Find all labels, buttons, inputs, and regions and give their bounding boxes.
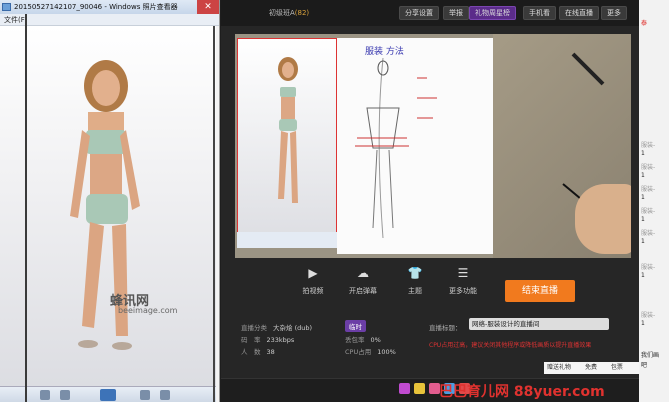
live-title-label: 直播标题： bbox=[429, 324, 462, 332]
more-functions-button[interactable]: ☰ 更多功能 bbox=[443, 262, 483, 296]
model-figure bbox=[70, 60, 140, 350]
loss-value: 0% bbox=[370, 336, 381, 344]
viewer-title: 20150527142107_90046 - Windows 照片查看器 bbox=[14, 3, 178, 11]
chat-header: 泰 bbox=[641, 20, 648, 27]
loss-label: 丢包率 bbox=[345, 336, 365, 344]
sketch-paper: 服装 方法 bbox=[337, 38, 493, 254]
username-tag: (82) bbox=[294, 9, 310, 17]
mobile-view-button[interactable]: 手机看 bbox=[523, 6, 556, 20]
chat-bubble-icon: ☁ bbox=[357, 266, 369, 280]
cpu-value: 100% bbox=[377, 348, 396, 356]
drawing-hand bbox=[575, 184, 631, 254]
gift-rank-button[interactable]: 礼物周星榜 bbox=[469, 6, 516, 20]
chat-line: 1 bbox=[641, 272, 645, 279]
watermark-url: beeimage.com bbox=[118, 306, 178, 315]
category-row: 直播分类 大杂烩 (dub) bbox=[241, 322, 312, 332]
runway-photo: 蜂讯网 beeimage.com bbox=[0, 26, 216, 386]
viewer-count-row: 人 数 38 bbox=[241, 346, 275, 356]
username-text: 初级班A bbox=[269, 9, 295, 17]
end-live-button[interactable]: 结束直播 bbox=[505, 280, 575, 302]
gift-extra: 包票 bbox=[610, 364, 623, 371]
viewer-toolbar bbox=[0, 386, 216, 402]
more-functions-label: 更多功能 bbox=[449, 287, 477, 295]
more-button[interactable]: 更多 bbox=[601, 6, 627, 20]
danmaku-button[interactable]: ☁ 开启弹幕 bbox=[343, 262, 383, 296]
live-preview: 服装 方法 bbox=[235, 34, 631, 258]
gift-bar[interactable]: 赠送礼物 免费 包票 bbox=[544, 362, 639, 374]
paper-heading: 服装 方法 bbox=[365, 47, 404, 57]
pip-toolbar[interactable] bbox=[237, 232, 337, 248]
chat-line: 1 bbox=[641, 172, 645, 179]
rotate-right-icon[interactable] bbox=[140, 390, 150, 400]
status-badge: 临时 bbox=[345, 320, 366, 332]
gift-action: 免费 bbox=[584, 364, 597, 371]
chat-line: 1 bbox=[641, 216, 645, 223]
gift-icon[interactable] bbox=[414, 383, 425, 394]
site-watermark: 巴巴育儿网 88yuer.com bbox=[439, 384, 605, 400]
category-value: 大杂烩 (dub) bbox=[273, 324, 313, 332]
chat-line: 吧 bbox=[641, 362, 648, 369]
share-settings-button[interactable]: 分享设置 bbox=[399, 6, 439, 20]
chat-line: 服装- bbox=[641, 312, 656, 319]
bitrate-label: 码 率 bbox=[241, 336, 261, 344]
live-title-input[interactable]: 网络-服装设计的直播间 bbox=[469, 318, 609, 330]
top-bar: 初级班A(82) 分享设置 举报 礼物周星榜 手机看 在线直播 更多 bbox=[221, 0, 639, 26]
photo-app-icon bbox=[2, 3, 11, 11]
viewer-menu-file[interactable]: 文件(F) bbox=[0, 14, 219, 26]
report-button[interactable]: 举报 bbox=[443, 6, 469, 20]
viewer-title-bar[interactable]: 20150527142107_90046 - Windows 照片查看器 ✕ bbox=[0, 0, 219, 14]
count-label: 人 数 bbox=[241, 348, 261, 356]
cpu-label: CPU占用 bbox=[345, 348, 372, 356]
gift-icon[interactable] bbox=[399, 383, 410, 394]
online-live-button[interactable]: 在线直播 bbox=[559, 6, 599, 20]
prev-icon[interactable] bbox=[40, 390, 50, 400]
chat-line: 我们画 bbox=[641, 352, 660, 359]
chat-line: 服装- bbox=[641, 208, 656, 215]
chat-line: 服装- bbox=[641, 264, 656, 271]
bottom-dock: 巴巴育儿网 88yuer.com bbox=[221, 378, 639, 402]
bitrate-row: 码 率 233kbps bbox=[241, 334, 294, 344]
streaming-app: 初级班A(82) 分享设置 举报 礼物周星榜 手机看 在线直播 更多 服装 方法 bbox=[221, 0, 639, 402]
control-bar: ▶ 拍视频 ☁ 开启弹幕 👕 主题 ☰ 更多功能 结束直播 bbox=[235, 262, 631, 312]
chat-line: 1 bbox=[641, 320, 645, 327]
theme-button[interactable]: 👕 主题 bbox=[395, 262, 435, 296]
count-value: 38 bbox=[266, 348, 275, 356]
danmaku-label: 开启弹幕 bbox=[349, 287, 377, 295]
rotate-left-icon[interactable] bbox=[60, 390, 70, 400]
delete-icon[interactable] bbox=[160, 390, 170, 400]
divider-line bbox=[25, 14, 27, 402]
chat-line: 1 bbox=[641, 150, 645, 157]
video-icon: ▶ bbox=[308, 266, 318, 280]
cpu-row: CPU占用 100% bbox=[345, 346, 396, 356]
chat-line: 1 bbox=[641, 238, 645, 245]
chat-line: 服装- bbox=[641, 142, 656, 149]
chat-line: 服装- bbox=[641, 230, 656, 237]
shirt-icon: 👕 bbox=[407, 266, 423, 280]
category-label: 直播分类 bbox=[241, 324, 267, 332]
cpu-warning: CPU占用过高，建议关闭其他程序或降低画质以提升直播效果 bbox=[429, 342, 592, 349]
record-video-button[interactable]: ▶ 拍视频 bbox=[293, 262, 333, 296]
chat-line: 服装- bbox=[641, 186, 656, 193]
photo-viewer-window: 20150527142107_90046 - Windows 照片查看器 ✕ 文… bbox=[0, 0, 220, 402]
theme-label: 主题 bbox=[408, 287, 422, 295]
bitrate-value: 233kbps bbox=[266, 336, 295, 344]
chat-line: 服装- bbox=[641, 164, 656, 171]
pip-model-figure bbox=[278, 57, 298, 203]
slideshow-icon[interactable] bbox=[100, 389, 116, 401]
chat-line: 1 bbox=[641, 194, 645, 201]
fashion-sketch bbox=[355, 57, 437, 239]
username: 初级班A(82) bbox=[269, 8, 309, 18]
record-video-label: 拍视频 bbox=[302, 287, 324, 295]
chat-panel: 泰 服装- 1 服装- 1 服装- 1 服装- 1 服装- 1 服装- 1 服装… bbox=[639, 0, 669, 402]
divider-line bbox=[213, 26, 215, 402]
screen-capture-pip[interactable] bbox=[237, 38, 337, 248]
list-icon: ☰ bbox=[457, 266, 469, 280]
close-icon[interactable]: ✕ bbox=[197, 0, 219, 14]
gift-label: 赠送礼物 bbox=[547, 364, 572, 371]
loss-row: 丢包率 0% bbox=[345, 334, 381, 344]
